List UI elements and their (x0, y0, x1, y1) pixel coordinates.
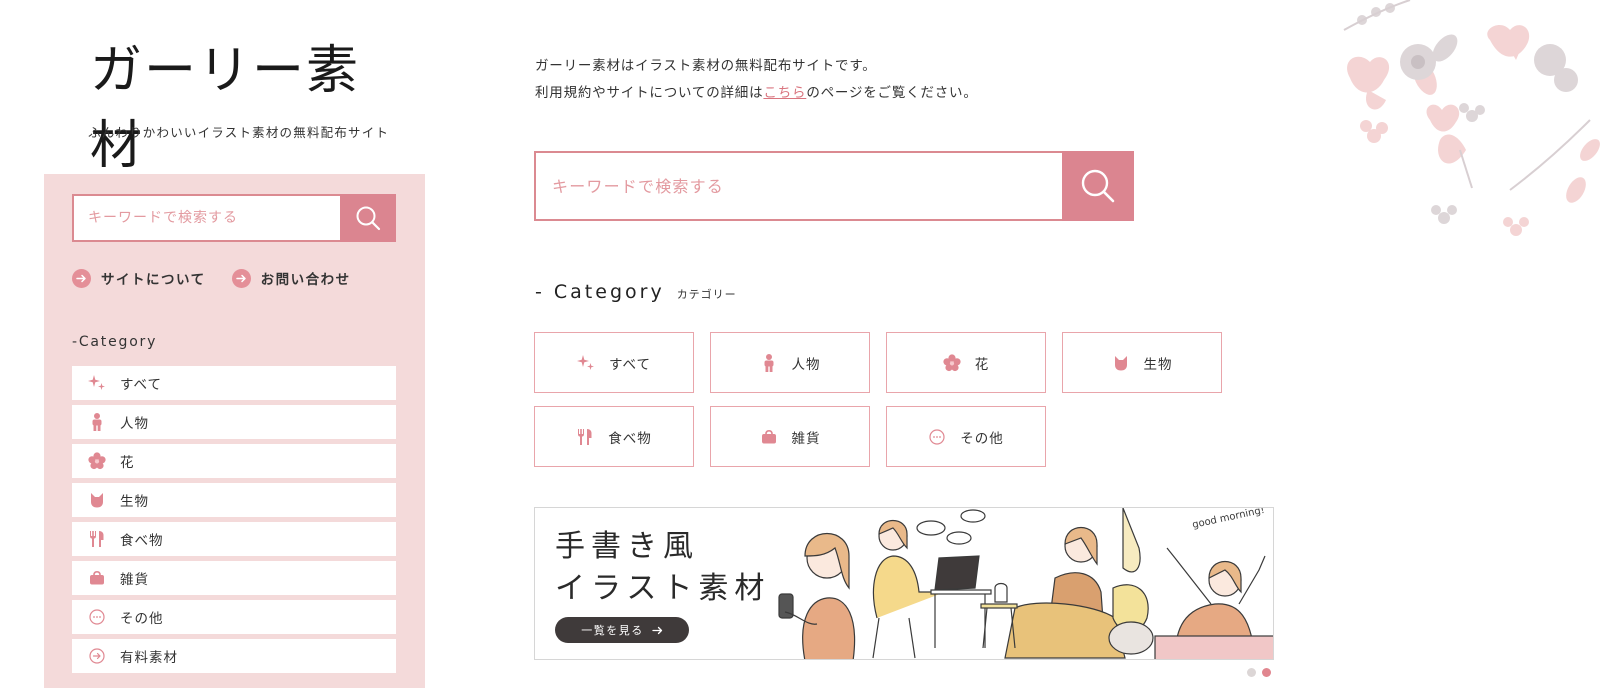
banner-title-line-2: イラスト素材 (555, 571, 771, 606)
intro-line-2-after: のページをご覧ください。 (806, 85, 978, 101)
sidebar-item-paid[interactable]: 有料素材 (72, 639, 396, 673)
category-heading-ja: カテゴリー (676, 288, 737, 301)
bag-icon (88, 569, 106, 587)
banner-title-line-1: 手書き風 (555, 529, 699, 564)
sparkle-icon (88, 374, 106, 392)
category-tile-food[interactable]: 食べ物 (534, 406, 694, 467)
category-tile-label: すべて (608, 356, 651, 373)
about-link[interactable]: サイトについて (72, 268, 206, 288)
intro-line-2-before: 利用規約やサイトについての詳細は (535, 85, 764, 101)
sidebar-search-input[interactable] (72, 194, 340, 242)
sidebar-item-label: 生物 (120, 494, 149, 510)
main-search (534, 151, 1134, 221)
sidebar-item-animal[interactable]: 生物 (72, 483, 396, 517)
sidebar-links: サイトについて お問い合わせ (72, 268, 351, 288)
about-link-label: サイトについて (101, 272, 206, 288)
category-tile-label: 雑貨 (791, 430, 821, 447)
person-icon (760, 353, 778, 372)
promo-banner[interactable]: good morning! 手書き風 イラスト素材 一覧を見る (534, 507, 1274, 660)
category-heading-en: - Category (535, 281, 665, 303)
floral-decoration (1343, 0, 1600, 236)
category-tile-all[interactable]: すべて (534, 332, 694, 393)
sidebar-item-person[interactable]: 人物 (72, 405, 396, 439)
sidebar-item-label: 有料素材 (120, 650, 178, 666)
search-icon (356, 206, 381, 231)
intro-text: ガーリー素材はイラスト素材の無料配布サイトです。 利用規約やサイトについての詳細… (535, 53, 978, 107)
sidebar-search (72, 194, 396, 242)
sidebar-item-label: 雑貨 (120, 572, 149, 588)
sidebar-item-label: 人物 (120, 416, 149, 432)
intro-line-1: ガーリー素材はイラスト素材の無料配布サイトです。 (535, 58, 877, 74)
fork-knife-icon (88, 530, 106, 548)
sidebar-item-label: 食べ物 (120, 533, 164, 549)
sparkle-icon (576, 354, 595, 372)
arrow-right-icon (231, 268, 251, 288)
sidebar-item-flower[interactable]: 花 (72, 444, 396, 478)
site-title[interactable]: ガーリー素材 (90, 28, 390, 178)
intro-line-2: 利用規約やサイトについての詳細はこちらのページをご覧ください。 (535, 80, 978, 107)
category-tile-person[interactable]: 人物 (710, 332, 870, 393)
arrow-right-icon (72, 268, 91, 288)
sidebar-item-food[interactable]: 食べ物 (72, 522, 396, 556)
contact-link[interactable]: お問い合わせ (231, 268, 351, 288)
slide-dot[interactable] (1247, 668, 1256, 677)
view-list-button[interactable]: 一覧を見る (555, 617, 689, 643)
category-tile-flower[interactable]: 花 (886, 332, 1046, 393)
banner-title: 手書き風 イラスト素材 (555, 526, 770, 610)
fork-knife-icon (576, 428, 594, 446)
flower-icon (88, 452, 106, 470)
sidebar-category-heading: -Category (72, 334, 158, 350)
arrow-circle-icon (88, 647, 106, 665)
category-heading: - Category カテゴリー (535, 281, 737, 303)
category-tile-label: 花 (974, 356, 990, 373)
category-tile-label: その他 (960, 430, 1004, 447)
category-grid: すべて 人物 花 生物 食べ物 雑貨 その他 (534, 332, 1224, 467)
sidebar: サイトについて お問い合わせ -Category すべて 人物 花 生物 食べ物 (44, 174, 425, 688)
main-search-button[interactable] (1062, 151, 1134, 221)
bag-icon (760, 428, 778, 446)
cat-icon (88, 491, 106, 509)
view-list-button-label: 一覧を見る (581, 624, 644, 637)
category-tile-label: 食べ物 (608, 430, 652, 447)
category-tile-label: 生物 (1143, 356, 1173, 373)
sidebar-category-list: すべて 人物 花 生物 食べ物 雑貨 その他 有料素材 (72, 366, 396, 678)
category-tile-animal[interactable]: 生物 (1062, 332, 1222, 393)
sidebar-item-label: その他 (120, 611, 164, 627)
contact-link-label: お問い合わせ (260, 272, 351, 288)
person-icon (88, 413, 106, 431)
sidebar-item-label: すべて (120, 377, 163, 393)
details-link[interactable]: こちら (763, 85, 806, 101)
main-search-input[interactable] (534, 151, 1062, 221)
sidebar-item-goods[interactable]: 雑貨 (72, 561, 396, 595)
category-tile-label: 人物 (791, 356, 821, 373)
sidebar-item-other[interactable]: その他 (72, 600, 396, 634)
sidebar-item-label: 花 (120, 455, 135, 471)
banner-handwriting: good morning! (1191, 508, 1265, 531)
arrow-right-icon (652, 626, 662, 634)
flower-icon (943, 353, 961, 372)
category-tile-goods[interactable]: 雑貨 (710, 406, 870, 467)
category-tile-other[interactable]: その他 (886, 406, 1046, 467)
banner-pagination (1247, 668, 1271, 677)
cat-icon (1112, 354, 1130, 372)
sidebar-search-button[interactable] (340, 194, 396, 242)
more-icon (88, 608, 106, 626)
sidebar-item-all[interactable]: すべて (72, 366, 396, 400)
slide-dot-active[interactable] (1262, 668, 1271, 677)
search-icon (1081, 169, 1115, 203)
site-tagline: ふんわりかわいいイラスト素材の無料配布サイト (88, 125, 390, 140)
more-icon (928, 428, 946, 446)
